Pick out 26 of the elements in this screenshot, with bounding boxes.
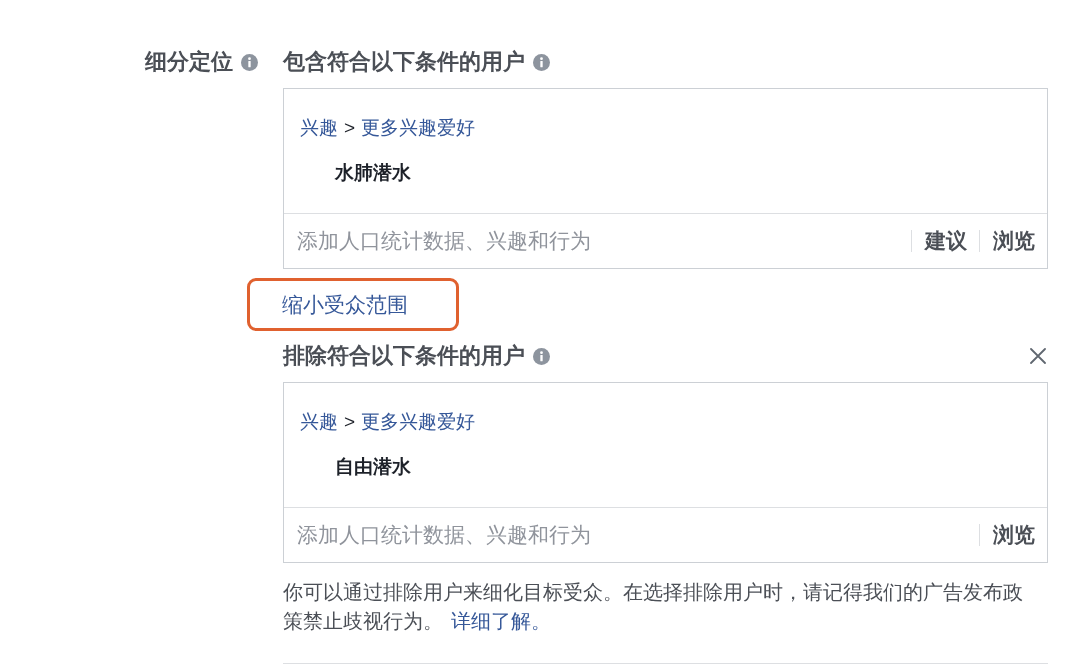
section-label: 细分定位 — [145, 48, 233, 76]
close-button[interactable] — [1030, 348, 1046, 364]
breadcrumb-link[interactable]: 兴趣 — [300, 411, 338, 432]
breadcrumb-link[interactable]: 更多兴趣爱好 — [361, 411, 476, 432]
narrow-audience-link[interactable]: 缩小受众范围 — [282, 290, 408, 319]
section-title: 排除符合以下条件的用户 — [283, 342, 525, 370]
breadcrumb-link[interactable]: 兴趣 — [300, 117, 338, 138]
info-icon — [241, 53, 258, 71]
close-icon — [1030, 348, 1046, 364]
action-button[interactable]: 浏览 — [980, 227, 1047, 255]
breadcrumb-link[interactable]: 更多兴趣爱好 — [361, 117, 476, 138]
section-title: 包含符合以下条件的用户 — [283, 48, 525, 76]
targeting-field[interactable]: 兴趣 > 更多兴趣爱好 水肺潜水 添加人口统计数据、兴趣和行为 建议 浏览 — [283, 88, 1048, 269]
info-icon — [533, 347, 550, 365]
search-field[interactable]: 添加人口统计数据、兴趣和行为 — [284, 214, 911, 268]
breadcrumb-separator: > — [344, 117, 356, 138]
help-text: 你可以通过排除用户来细化目标受众。在选择排除用户时，请记得我们的广告发布政策禁止歧视行为。 详细了解。 — [283, 580, 1024, 634]
breadcrumb-separator: > — [344, 411, 356, 432]
action-button[interactable]: 建议 — [912, 227, 979, 255]
targeting-field[interactable]: 兴趣 > 更多兴趣爱好 自由潜水 添加人口统计数据、兴趣和行为 浏览 — [283, 382, 1048, 563]
interest-item: 水肺潜水 — [335, 161, 411, 185]
learn-more-link[interactable]: 详细了解。 — [451, 610, 551, 632]
search-field[interactable]: 添加人口统计数据、兴趣和行为 — [284, 508, 979, 562]
info-icon — [533, 53, 550, 71]
action-button[interactable]: 浏览 — [980, 521, 1047, 549]
interest-item: 自由潜水 — [335, 455, 411, 479]
